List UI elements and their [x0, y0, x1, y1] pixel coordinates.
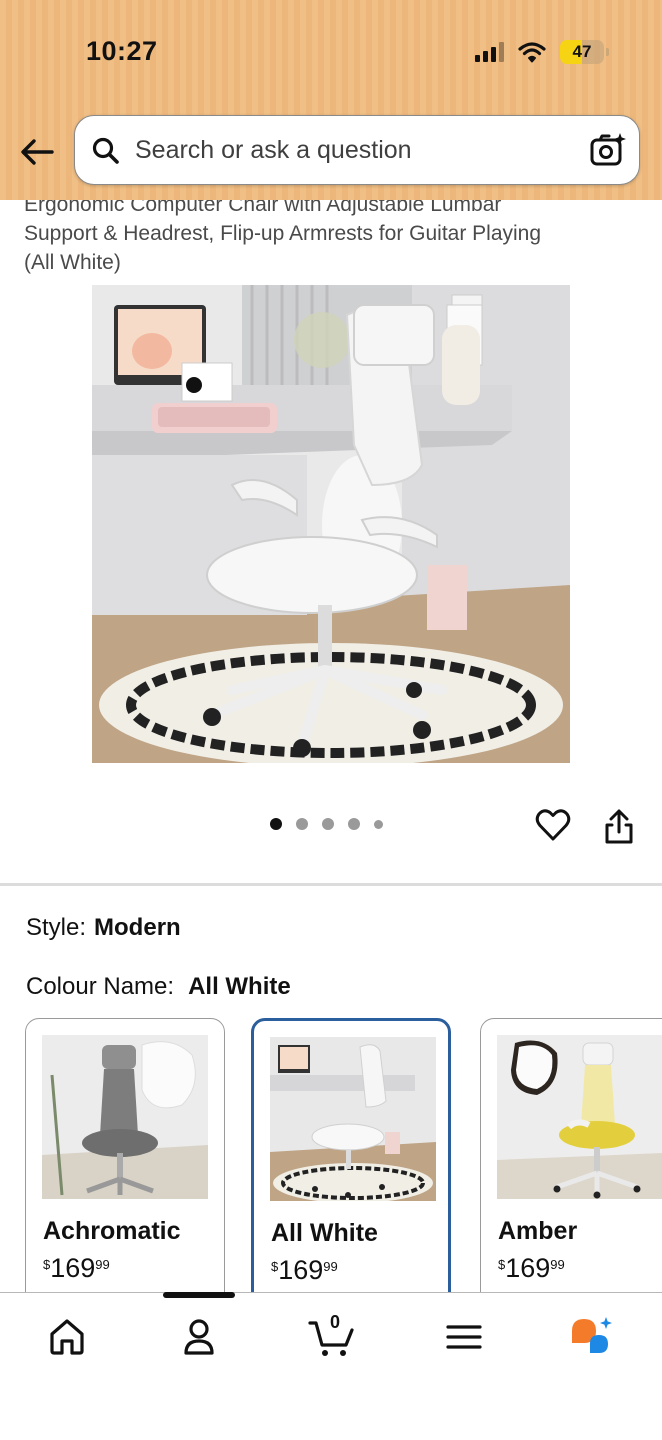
bottom-navigation: 0 [0, 1292, 662, 1440]
variant-image [497, 1035, 662, 1199]
product-title-line: (All White) [24, 251, 121, 274]
style-label: Style: [26, 914, 87, 941]
search-bar[interactable] [74, 115, 640, 185]
status-time: 10:27 [86, 36, 158, 66]
colour-selector: Colour Name: All White [26, 973, 291, 1001]
variant-card-achromatic[interactable]: Achromatic $16999 [25, 1018, 225, 1308]
status-icons: 47 [475, 40, 609, 64]
rufus-icon [572, 1317, 612, 1353]
wishlist-button[interactable] [534, 806, 572, 844]
cart-count: 0 [329, 1312, 340, 1332]
account-icon [184, 1319, 214, 1355]
share-button[interactable] [602, 808, 636, 846]
pagination-dot-active[interactable] [270, 818, 282, 830]
signal-icon [475, 42, 504, 62]
scroll-indicator [163, 1292, 235, 1298]
variant-name: Achromatic [43, 1217, 181, 1245]
search-input[interactable] [135, 130, 575, 170]
nav-rufus-button[interactable] [570, 1315, 614, 1359]
colour-label: Colour Name: [26, 973, 175, 1000]
back-arrow-icon [21, 139, 54, 165]
heart-icon [535, 809, 571, 841]
style-selector: Style: Modern [26, 914, 181, 942]
home-icon [50, 1319, 84, 1355]
style-value: Modern [94, 914, 181, 941]
colour-value: All White [188, 973, 291, 1000]
section-divider [0, 883, 662, 886]
variant-card-all-white[interactable]: All White $16999 [251, 1018, 451, 1308]
search-icon [92, 137, 119, 164]
variant-price: $16999 [271, 1255, 338, 1285]
variant-price: $16999 [43, 1253, 110, 1283]
header: 10:27 47 [0, 0, 662, 200]
nav-home-button[interactable] [45, 1315, 89, 1359]
pagination-dot[interactable] [374, 819, 383, 829]
battery-icon: 47 [560, 40, 609, 64]
product-image[interactable] [92, 285, 570, 763]
camera-search-icon[interactable] [589, 131, 627, 169]
pagination-dot[interactable] [322, 818, 334, 830]
variant-card-amber[interactable]: Amber $16999 [480, 1018, 662, 1308]
battery-level: 47 [572, 42, 592, 61]
wifi-icon [518, 42, 546, 63]
variant-name: Amber [498, 1217, 578, 1245]
variant-name: All White [271, 1219, 378, 1247]
product-title[interactable]: Ergonomic Computer Chair with Adjustable… [24, 190, 634, 277]
nav-account-button[interactable] [177, 1315, 221, 1359]
nav-menu-button[interactable] [442, 1315, 486, 1359]
image-pagination[interactable] [270, 818, 383, 830]
pagination-dot[interactable] [296, 818, 308, 830]
menu-icon [446, 1325, 482, 1349]
product-title-line: Support & Headrest, Flip-up Armrests for… [24, 222, 542, 245]
share-icon [605, 809, 633, 844]
pagination-dot[interactable] [348, 818, 360, 830]
variant-image [42, 1035, 208, 1199]
nav-cart-button[interactable]: 0 [308, 1312, 356, 1359]
variant-image [270, 1037, 436, 1201]
back-button[interactable] [18, 136, 58, 168]
variant-price: $16999 [498, 1253, 565, 1283]
